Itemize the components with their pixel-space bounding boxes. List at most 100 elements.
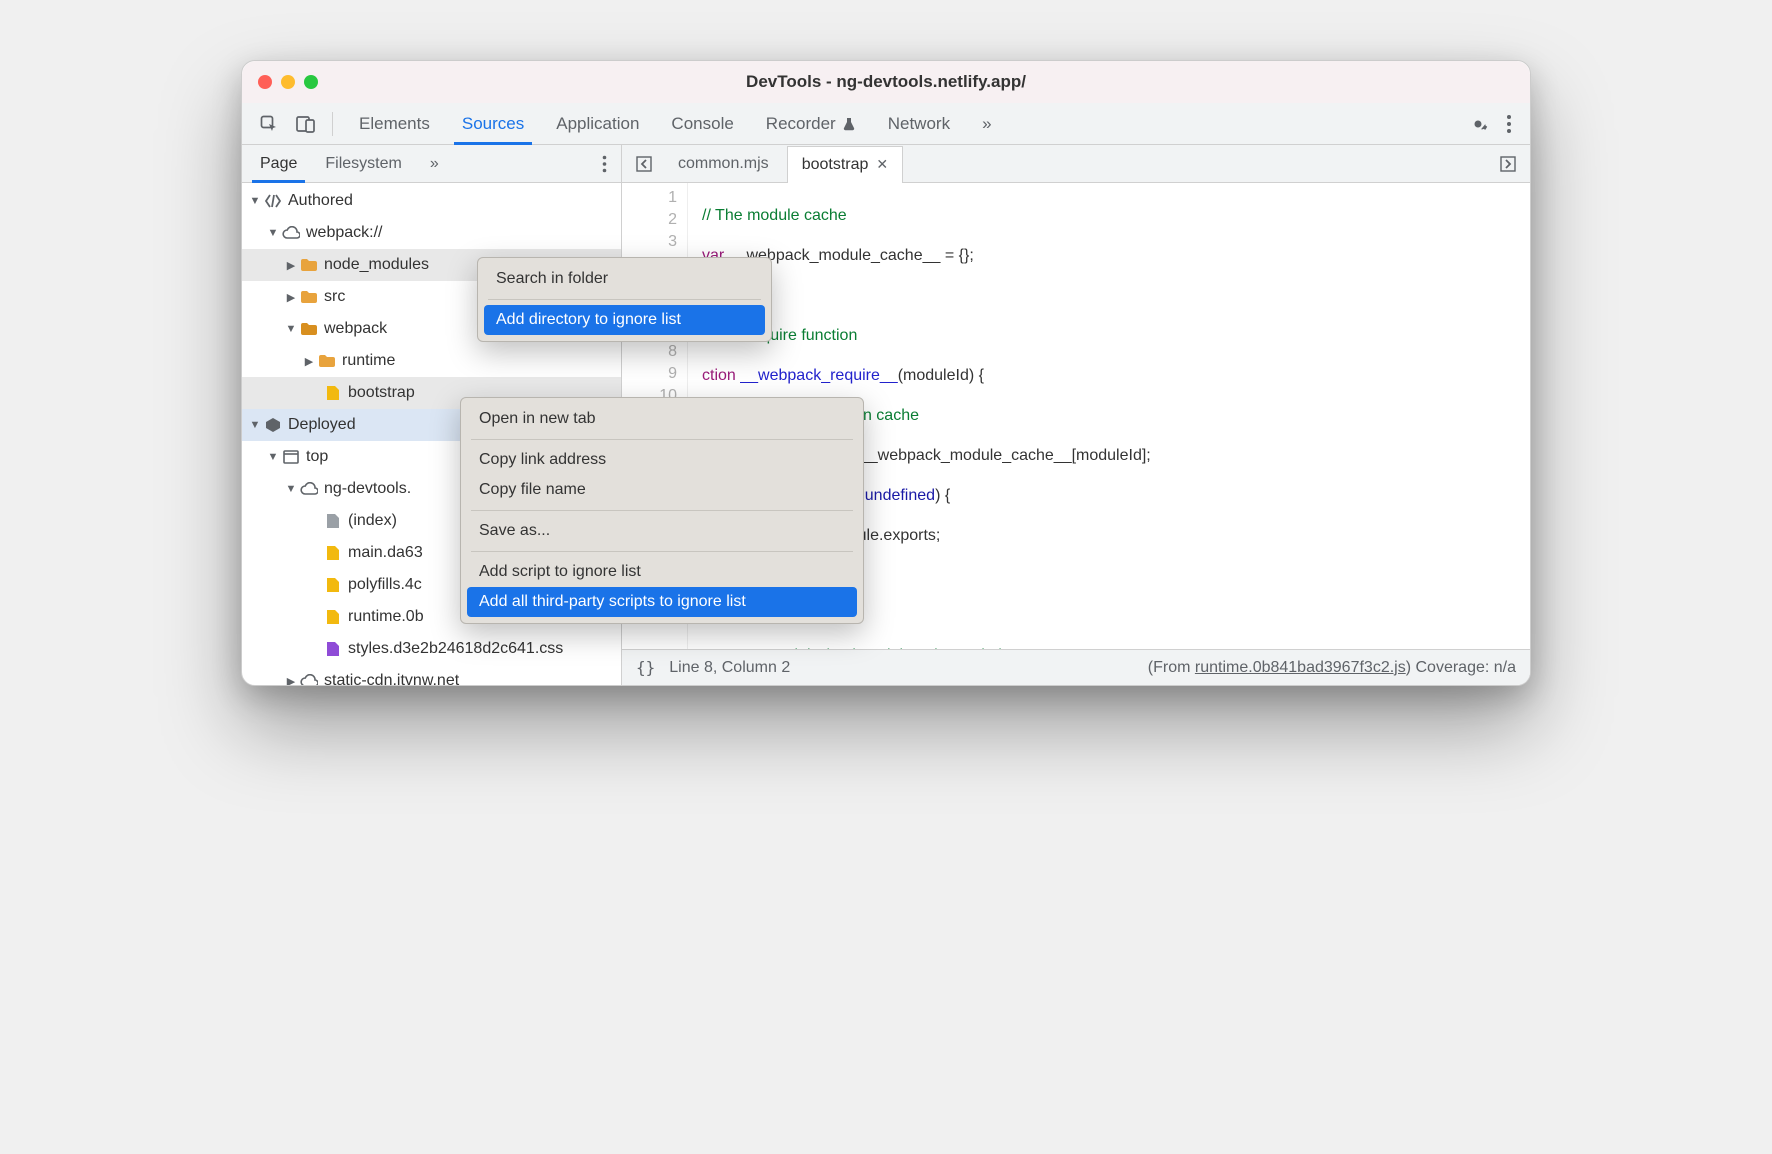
settings-gear-icon[interactable]: [1462, 110, 1494, 138]
tab-recorder-label: Recorder: [766, 114, 836, 134]
cloud-icon: [300, 480, 318, 498]
editor-tab-label: bootstrap: [802, 156, 869, 174]
tab-network[interactable]: Network: [872, 103, 966, 144]
file-js-icon: [324, 576, 342, 594]
editor-tab-common[interactable]: common.mjs: [664, 145, 783, 182]
ctx-item-add-all-third-party-ignore[interactable]: Add all third-party scripts to ignore li…: [467, 587, 857, 617]
inspect-element-icon[interactable]: [254, 111, 284, 137]
devtools-window: DevTools - ng-devtools.netlify.app/ Elem…: [241, 60, 1531, 686]
menu-separator: [471, 439, 853, 440]
context-menu-file: Open in new tab Copy link address Copy f…: [460, 397, 864, 624]
source-link[interactable]: runtime.0b841bad3967f3c2.js: [1195, 659, 1406, 676]
chevron-right-icon: ▶: [284, 291, 298, 304]
ctx-item-search-folder[interactable]: Search in folder: [478, 264, 771, 294]
tab-console[interactable]: Console: [655, 103, 749, 144]
maximize-window-button[interactable]: [304, 75, 318, 89]
editor-tabs: common.mjs bootstrap ✕: [622, 145, 1530, 183]
ctx-item-save-as[interactable]: Save as...: [461, 516, 863, 546]
titlebar: DevTools - ng-devtools.netlify.app/: [242, 61, 1530, 103]
tab-sources[interactable]: Sources: [446, 103, 540, 144]
minimize-window-button[interactable]: [281, 75, 295, 89]
main-tabs: Elements Sources Application Console Rec…: [343, 103, 1008, 144]
tree-group-authored[interactable]: ▼ Authored: [242, 185, 621, 217]
file-icon: [324, 512, 342, 530]
chevron-down-icon: ▼: [248, 195, 262, 207]
folder-icon: [300, 256, 318, 274]
window-title: DevTools - ng-devtools.netlify.app/: [242, 72, 1530, 92]
tree-label: webpack: [324, 320, 387, 338]
folder-icon: [300, 288, 318, 306]
flask-icon: [842, 117, 856, 131]
close-window-button[interactable]: [258, 75, 272, 89]
chevron-down-icon: ▼: [284, 323, 298, 335]
tree-label: top: [306, 448, 328, 466]
sidebar-tabs-overflow[interactable]: »: [416, 145, 453, 182]
close-tab-icon[interactable]: ✕: [876, 156, 888, 173]
tab-elements[interactable]: Elements: [343, 103, 446, 144]
cursor-position: Line 8, Column 2: [669, 659, 790, 677]
chevron-right-icon: ▶: [302, 355, 316, 368]
tree-label: node_modules: [324, 256, 429, 274]
ctx-item-add-script-ignore[interactable]: Add script to ignore list: [461, 557, 863, 587]
context-menu-folder: Search in folder Add directory to ignore…: [477, 257, 772, 342]
content-area: Page Filesystem » ▼ Authored ▼ webpack:/…: [242, 145, 1530, 685]
folder-open-icon: [300, 320, 318, 338]
chevron-right-icon: ▶: [284, 259, 298, 272]
code-brackets-icon: [264, 192, 282, 210]
tree-label: webpack://: [306, 224, 382, 242]
tree-item-styles-css[interactable]: styles.d3e2b24618d2c641.css: [242, 633, 621, 665]
tree-label: Authored: [288, 192, 353, 210]
chevron-right-icon: ▶: [284, 675, 298, 686]
file-js-icon: [324, 384, 342, 402]
pretty-print-button[interactable]: {}: [636, 658, 655, 677]
ctx-item-open-new-tab[interactable]: Open in new tab: [461, 404, 863, 434]
kebab-menu-icon[interactable]: [1500, 110, 1518, 138]
tree-label: Deployed: [288, 416, 356, 434]
editor-nav-forward-icon[interactable]: [1492, 156, 1524, 172]
editor-tab-bootstrap[interactable]: bootstrap ✕: [787, 146, 903, 183]
cloud-icon: [300, 672, 318, 685]
sidebar-tab-page[interactable]: Page: [246, 145, 311, 182]
ctx-item-add-directory-ignore[interactable]: Add directory to ignore list: [484, 305, 765, 335]
tree-item-webpack-scheme[interactable]: ▼ webpack://: [242, 217, 621, 249]
tree-label: bootstrap: [348, 384, 415, 402]
tree-label: (index): [348, 512, 397, 530]
menu-separator: [471, 510, 853, 511]
chevron-down-icon: ▼: [266, 227, 280, 239]
tree-label: runtime.0b: [348, 608, 424, 626]
file-css-icon: [324, 640, 342, 658]
main-toolbar: Elements Sources Application Console Rec…: [242, 103, 1530, 145]
deployed-icon: [264, 416, 282, 434]
toolbar-separator: [332, 112, 333, 136]
menu-separator: [471, 551, 853, 552]
tree-item-static-cdn[interactable]: ▶ static-cdn.jtvnw.net: [242, 665, 621, 685]
tree-label: main.da63: [348, 544, 423, 562]
traffic-lights: [258, 75, 318, 89]
editor-nav-back-icon[interactable]: [628, 156, 660, 172]
menu-separator: [488, 299, 761, 300]
editor-tab-label: common.mjs: [678, 155, 769, 173]
tab-application[interactable]: Application: [540, 103, 655, 144]
tree-label: runtime: [342, 352, 395, 370]
tree-label: polyfills.4c: [348, 576, 422, 594]
tree-label: static-cdn.jtvnw.net: [324, 672, 459, 685]
tree-label: styles.d3e2b24618d2c641.css: [348, 640, 563, 658]
sidebar-kebab-icon[interactable]: [592, 155, 617, 173]
cloud-icon: [282, 224, 300, 242]
frame-icon: [282, 448, 300, 466]
chevron-down-icon: ▼: [266, 451, 280, 463]
tree-label: src: [324, 288, 345, 306]
device-toolbar-icon[interactable]: [290, 111, 322, 137]
file-js-icon: [324, 544, 342, 562]
chevron-down-icon: ▼: [248, 419, 262, 431]
chevron-down-icon: ▼: [284, 483, 298, 495]
ctx-item-copy-link[interactable]: Copy link address: [461, 445, 863, 475]
source-info: (From runtime.0b841bad3967f3c2.js) Cover…: [1148, 659, 1516, 677]
ctx-item-copy-name[interactable]: Copy file name: [461, 475, 863, 505]
tab-recorder[interactable]: Recorder: [750, 103, 872, 144]
editor-statusbar: {} Line 8, Column 2 (From runtime.0b841b…: [622, 649, 1530, 685]
tabs-overflow[interactable]: »: [966, 103, 1007, 144]
tree-item-runtime-folder[interactable]: ▶ runtime: [242, 345, 621, 377]
sidebar-tab-filesystem[interactable]: Filesystem: [311, 145, 415, 182]
folder-icon: [318, 352, 336, 370]
